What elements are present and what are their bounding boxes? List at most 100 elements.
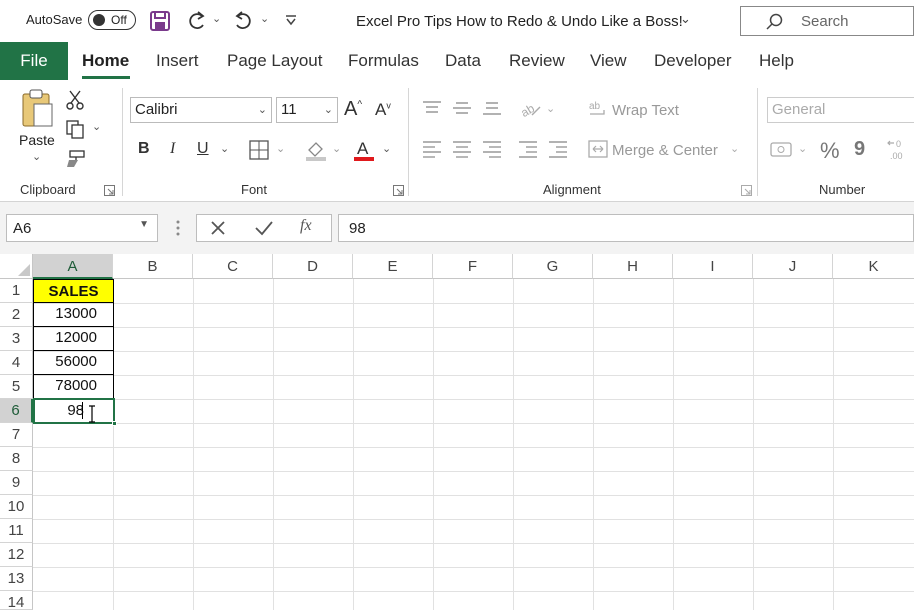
increase-indent-icon[interactable] [548, 140, 568, 158]
cell-a5[interactable]: 78000 [33, 374, 114, 399]
row-header[interactable]: 11 [0, 519, 33, 543]
format-painter-icon[interactable] [66, 150, 86, 168]
cut-icon[interactable] [66, 90, 84, 110]
column-header-a[interactable]: A [33, 254, 113, 279]
fill-color-icon[interactable] [304, 138, 328, 162]
clipboard-launcher-icon[interactable] [104, 185, 115, 196]
column-header-b[interactable]: B [113, 254, 193, 279]
row-header[interactable]: 9 [0, 471, 33, 495]
redo-icon[interactable] [186, 10, 208, 32]
copy-dropdown-icon[interactable]: ⌄ [92, 120, 101, 133]
fill-handle[interactable] [112, 421, 117, 426]
row-header[interactable]: 1 [0, 279, 33, 303]
select-all-corner[interactable] [0, 254, 33, 279]
cancel-icon[interactable] [210, 220, 226, 236]
underline-button[interactable]: U [197, 140, 209, 158]
column-header-i[interactable]: I [673, 254, 753, 279]
formula-input[interactable]: 98 [338, 214, 914, 242]
tab-formulas[interactable]: Formulas [348, 42, 419, 80]
paste-button[interactable]: Paste ⌄ [16, 88, 58, 170]
tab-insert[interactable]: Insert [156, 42, 199, 80]
orientation-dropdown-icon[interactable]: ⌄ [546, 102, 555, 115]
align-right-icon[interactable] [482, 140, 502, 158]
row-header[interactable]: 5 [0, 375, 33, 399]
align-center-icon[interactable] [452, 140, 472, 158]
alignment-launcher-icon[interactable] [741, 185, 752, 196]
column-header-d[interactable]: D [273, 254, 353, 279]
insert-function-button[interactable]: fx [300, 217, 312, 235]
merge-center-icon[interactable] [588, 140, 608, 158]
tab-developer[interactable]: Developer [654, 42, 732, 80]
align-left-icon[interactable] [422, 140, 442, 158]
column-header-g[interactable]: G [513, 254, 593, 279]
cell-a6-active[interactable]: 98 [33, 398, 115, 424]
column-header-e[interactable]: E [353, 254, 433, 279]
decrease-font-icon[interactable]: Av [375, 100, 391, 120]
spreadsheet-grid[interactable]: A B C D E F G H I J K 1 2 3 4 5 6 7 8 9 … [0, 254, 914, 611]
underline-dropdown-icon[interactable]: ⌄ [220, 142, 229, 155]
row-header[interactable]: 12 [0, 543, 33, 567]
tab-help[interactable]: Help [759, 42, 794, 80]
column-header-h[interactable]: H [593, 254, 673, 279]
top-align-icon[interactable] [422, 100, 442, 116]
tab-file[interactable]: File [0, 42, 68, 80]
search-box[interactable]: Search [740, 6, 914, 36]
middle-align-icon[interactable] [452, 100, 472, 116]
undo-icon[interactable] [232, 10, 254, 32]
row-header[interactable]: 10 [0, 495, 33, 519]
tab-page-layout[interactable]: Page Layout [227, 42, 322, 80]
decrease-indent-icon[interactable] [518, 140, 538, 158]
row-header[interactable]: 13 [0, 567, 33, 591]
row-header[interactable]: 8 [0, 447, 33, 471]
percent-button[interactable]: % [820, 138, 840, 164]
font-launcher-icon[interactable] [393, 185, 404, 196]
save-icon[interactable] [149, 10, 171, 32]
number-format-combo[interactable]: General [767, 97, 914, 123]
increase-font-icon[interactable]: A^ [344, 98, 362, 121]
title-dropdown-icon[interactable]: ⌄ [680, 11, 691, 27]
tab-home[interactable]: Home [82, 42, 129, 80]
column-header-k[interactable]: K [833, 254, 914, 279]
enter-icon[interactable] [254, 219, 274, 237]
wrap-text-button[interactable]: Wrap Text [612, 102, 679, 119]
wrap-text-icon[interactable]: ab [588, 99, 608, 119]
cell-a3[interactable]: 12000 [33, 326, 114, 351]
comma-style-button[interactable]: 9 [854, 138, 865, 161]
bold-button[interactable]: B [138, 140, 150, 158]
bottom-align-icon[interactable] [482, 100, 502, 116]
column-header-j[interactable]: J [753, 254, 833, 279]
copy-icon[interactable] [66, 120, 88, 140]
borders-dropdown-icon[interactable]: ⌄ [276, 142, 285, 155]
row-header[interactable]: 4 [0, 351, 33, 375]
merge-dropdown-icon[interactable]: ⌄ [730, 142, 739, 155]
tab-data[interactable]: Data [445, 42, 481, 80]
row-header[interactable]: 7 [0, 423, 33, 447]
redo-dropdown-icon[interactable]: ⌄ [212, 12, 221, 25]
name-box[interactable]: A6 ▼ [6, 214, 158, 242]
italic-button[interactable]: I [170, 140, 175, 158]
accounting-format-icon[interactable] [770, 141, 794, 159]
row-header[interactable]: 3 [0, 327, 33, 351]
row-header[interactable]: 14 [0, 591, 33, 611]
cell-a1[interactable]: SALES [33, 279, 114, 303]
orientation-icon[interactable]: ab [518, 97, 542, 119]
font-color-icon[interactable]: A [352, 138, 376, 162]
tab-review[interactable]: Review [509, 42, 565, 80]
more-options-icon[interactable] [175, 219, 181, 237]
column-header-f[interactable]: F [433, 254, 513, 279]
column-header-c[interactable]: C [193, 254, 273, 279]
autosave-toggle[interactable]: Off [88, 10, 136, 30]
cell-a2[interactable]: 13000 [33, 302, 114, 327]
fill-color-dropdown-icon[interactable]: ⌄ [332, 142, 341, 155]
tab-view[interactable]: View [590, 42, 627, 80]
font-size-combo[interactable]: 11 ⌄ [276, 97, 338, 123]
row-header[interactable]: 2 [0, 303, 33, 327]
font-name-combo[interactable]: Calibri ⌄ [130, 97, 272, 123]
borders-icon[interactable] [249, 140, 269, 160]
customize-toolbar-icon[interactable] [284, 14, 298, 26]
increase-decimal-icon[interactable]: 0.00 [886, 138, 914, 162]
merge-center-button[interactable]: Merge & Center [612, 142, 718, 159]
accounting-dropdown-icon[interactable]: ⌄ [798, 142, 807, 155]
row-header-selected[interactable]: 6 [0, 399, 33, 423]
cell-a4[interactable]: 56000 [33, 350, 114, 375]
